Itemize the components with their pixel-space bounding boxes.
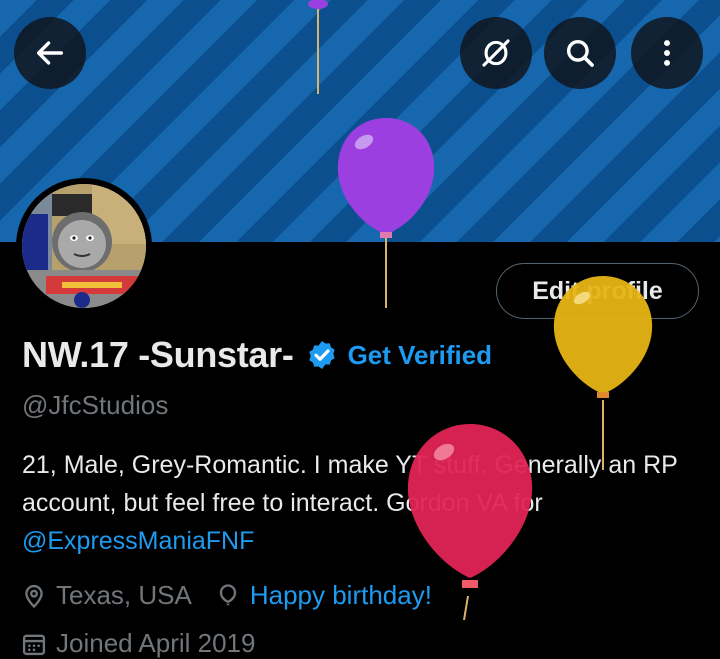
- location-icon: [25, 584, 43, 608]
- more-vertical-icon: [664, 40, 670, 66]
- meta-row: Texas, USA Happy birthday!: [20, 580, 432, 611]
- bio: 21, Male, Grey-Romantic. I make YT stuff…: [22, 446, 712, 560]
- edit-profile-button[interactable]: Edit profile: [496, 263, 699, 319]
- display-name: NW.17 -Sunstar-: [22, 334, 294, 375]
- calendar-icon: [22, 634, 46, 655]
- bio-mention-link[interactable]: @ExpressManiaFNF: [22, 527, 254, 555]
- name-row: NW.17 -Sunstar- Get Verified: [22, 334, 492, 376]
- more-options-button[interactable]: [631, 17, 703, 89]
- location-text: Texas, USA: [56, 580, 192, 610]
- birthday-link[interactable]: Happy birthday!: [250, 580, 432, 611]
- bio-text: 21, Male, Grey-Romantic. I make YT stuff…: [22, 451, 678, 517]
- search-button[interactable]: [544, 17, 616, 89]
- get-verified-link[interactable]: Get Verified: [348, 340, 493, 371]
- avatar-image: [22, 184, 146, 308]
- back-button[interactable]: [14, 17, 86, 89]
- joined-row: Joined April 2019: [20, 628, 255, 659]
- balloon-icon: [219, 583, 236, 606]
- hide-icon: [482, 39, 510, 67]
- search-icon: [566, 39, 594, 67]
- avatar[interactable]: [16, 178, 152, 314]
- arrow-left-icon: [36, 41, 64, 65]
- verified-badge-icon[interactable]: [306, 339, 338, 371]
- hide-balloons-button[interactable]: [460, 17, 532, 89]
- joined-text: Joined April 2019: [56, 628, 256, 658]
- handle: @JfcStudios: [22, 390, 169, 420]
